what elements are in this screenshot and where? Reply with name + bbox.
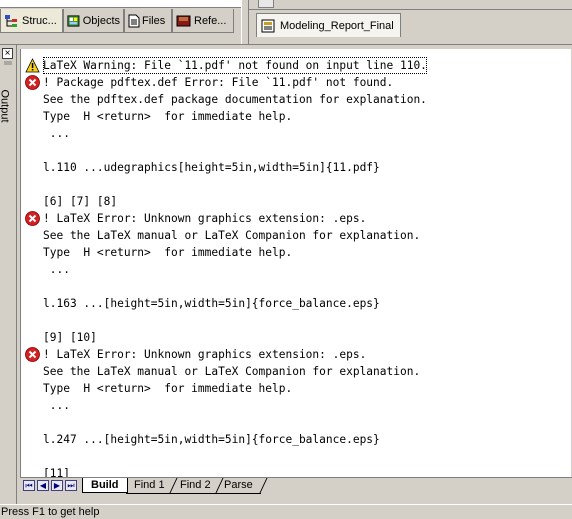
log-line-text: LaTeX Warning: File `11.pdf' not found o… [43,57,427,74]
top-area: Struc... Objects Files Refe... Modeling_… [0,0,572,44]
project-panel-tabs: Struc... Objects Files Refe... [0,0,241,44]
log-line: l.110 ...udegraphics[height=5in,width=5i… [21,159,561,176]
log-line: [6] [7] [8] [21,193,561,210]
error-icon [25,75,40,90]
project-panel-edge [0,0,241,8]
log-line-text: [11] [43,467,70,477]
tab-parse[interactable]: Parse [216,478,261,494]
first-tab-button[interactable]: ⏮ [23,480,35,491]
log-line: ! LaTeX Error: Unknown graphics extensio… [21,346,561,363]
log-line: ... [21,397,561,414]
log-line-text: ! Package pdftex.def Error: File `11.pdf… [43,76,394,89]
scroll-button[interactable] [258,0,274,8]
close-button[interactable]: × [2,48,13,59]
structure-icon [5,14,17,27]
tab-build[interactable]: Build [82,478,128,493]
tab-label: Struc... [22,14,57,27]
log-line: See the pdftex.def package documentation… [21,91,561,108]
last-tab-button[interactable]: ⏭ [65,480,77,491]
prev-tab-button[interactable]: ◀ [37,480,49,491]
log-line: l.247 ...[height=5in,width=5in]{force_ba… [21,431,561,448]
tab-references[interactable]: Refe... [172,9,234,33]
log-line-text: See the pdftex.def package documentation… [43,93,427,106]
grip-icon[interactable] [3,61,13,65]
log-line-text: See the LaTeX manual or LaTeX Companion … [43,229,421,242]
log-line-text: [6] [7] [8] [43,195,118,208]
log-line: See the LaTeX manual or LaTeX Companion … [21,227,561,244]
tab-files[interactable]: Files [124,9,172,33]
output-log[interactable]: LaTeX Warning: File `11.pdf' not found o… [20,49,571,477]
log-line: Type H <return> for immediate help. [21,244,561,261]
log-line-text: ... [43,127,70,140]
log-line: See the LaTeX manual or LaTeX Companion … [21,363,561,380]
objects-icon [67,14,80,27]
tab-objects[interactable]: Objects [63,9,124,33]
error-icon [25,347,40,362]
log-line: ... [21,125,561,142]
log-line: ! Package pdftex.def Error: File `11.pdf… [21,74,561,91]
next-tab-button[interactable]: ▶ [51,480,63,491]
log-line-text: ! LaTeX Error: Unknown graphics extensio… [43,348,367,361]
error-icon [25,211,40,226]
document-icon [261,19,275,32]
log-line-text: l.163 ...[height=5in,width=5in]{force_ba… [43,297,380,310]
log-line: [9] [10] [21,329,561,346]
log-line: ! LaTeX Error: Unknown graphics extensio… [21,210,561,227]
log-line-text: ! LaTeX Error: Unknown graphics extensio… [43,212,367,225]
tab-document[interactable]: Modeling_Report_Final [256,13,401,37]
log-line-text: Type H <return> for immediate help. [43,110,293,123]
tab-label: Files [142,14,166,27]
tab-label: Refe... [194,14,227,27]
log-line-text: l.247 ...[height=5in,width=5in]{force_ba… [43,433,380,446]
document-tab-label: Modeling_Report_Final [280,19,394,32]
log-line-text: [9] [10] [43,331,97,344]
log-line-text: l.110 ...udegraphics[height=5in,width=5i… [43,161,380,174]
log-line-text: ... [43,263,70,276]
tab-find-2[interactable]: Find 2 [172,478,219,494]
files-icon [128,14,140,27]
document-tabs: Modeling_Report_Final [249,0,572,44]
panel-splitter[interactable] [241,0,249,44]
log-line: Type H <return> for immediate help. [21,108,561,125]
tab-find-1[interactable]: Find 1 [126,478,173,494]
log-line: l.163 ...[height=5in,width=5in]{force_ba… [21,295,561,312]
log-line-text: Type H <return> for immediate help. [43,246,293,259]
log-line-text: See the LaTeX manual or LaTeX Companion … [43,365,421,378]
log-line: Type H <return> for immediate help. [21,380,561,397]
status-bar: Press F1 to get help [0,504,572,519]
log-line-text: Type H <return> for immediate help. [43,382,293,395]
tab-label: Objects [82,14,120,27]
status-text: Press F1 to get help [1,506,100,518]
output-panel-title: Output [0,89,11,123]
references-icon [176,15,191,26]
tab-structure[interactable]: Struc... [0,9,63,33]
output-panel: × Output LaTeX Warning: File `11.pdf' no… [0,44,572,505]
log-line: [11] [21,465,561,477]
output-panel-titlebar: × Output [0,45,17,505]
document-tabs-bar [249,0,572,10]
log-line-text: ... [43,399,70,412]
log-line: ... [21,261,561,278]
output-tabs: ⏮ ◀ ▶ ⏭ Build Find 1 Find 2 Parse [20,477,572,494]
log-line: LaTeX Warning: File `11.pdf' not found o… [21,57,561,74]
warning-icon [25,58,40,73]
